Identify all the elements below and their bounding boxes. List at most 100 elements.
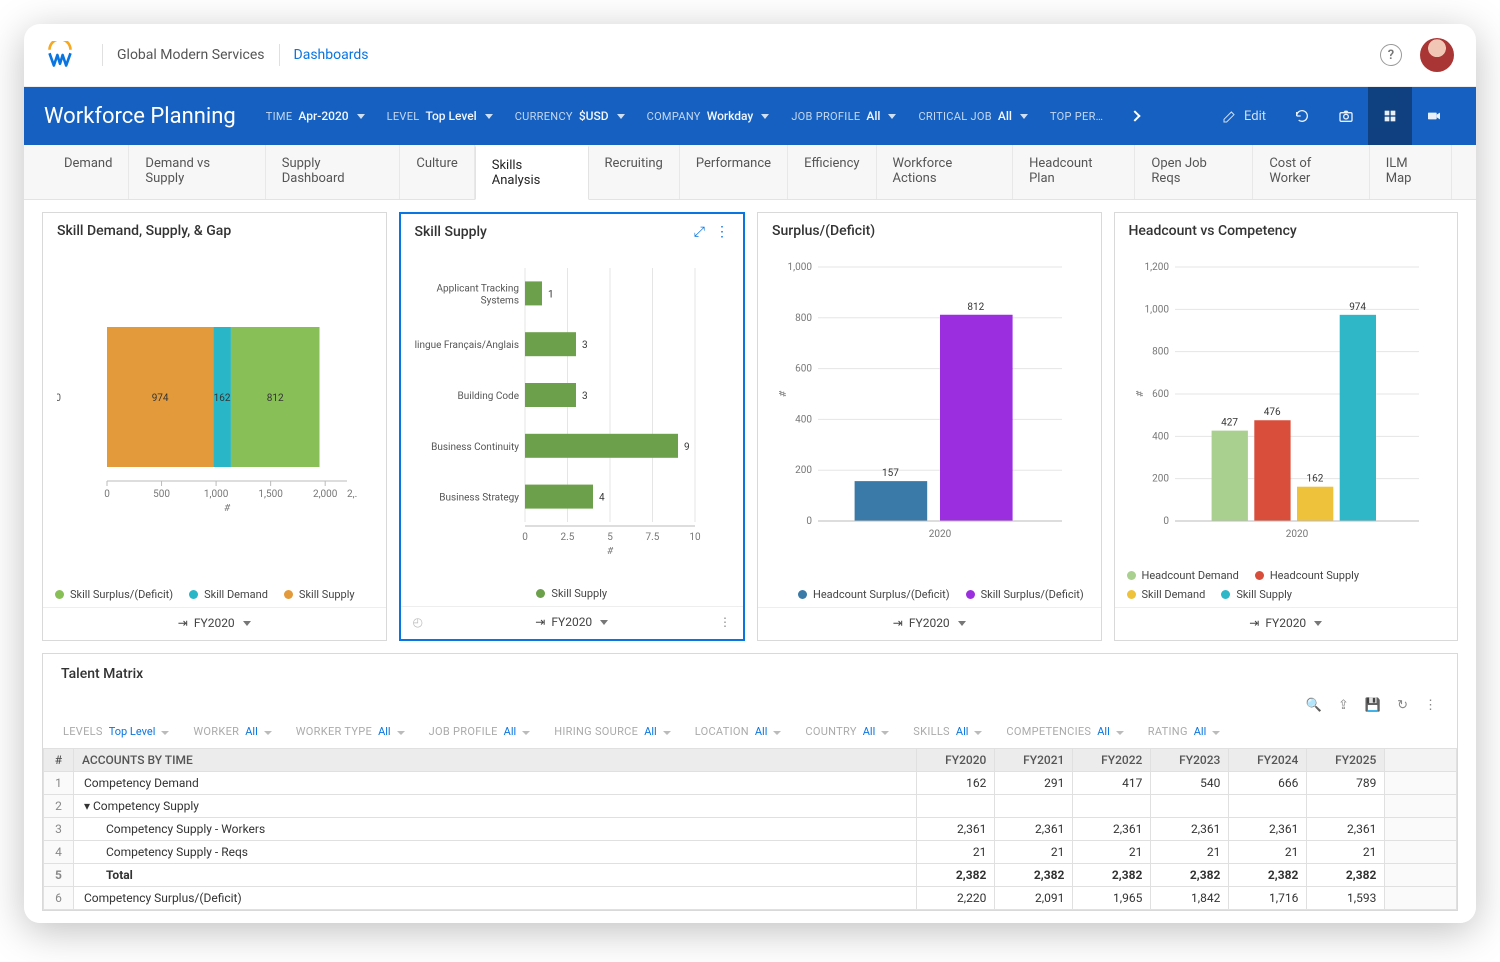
logo [46, 41, 74, 69]
tab-recruiting[interactable]: Recruiting [589, 145, 680, 199]
more-icon[interactable]: ⋮ [719, 615, 731, 629]
matrix-filter[interactable]: WORKER TYPEAll [296, 725, 405, 738]
table-row[interactable]: 5Total2,3822,3822,3822,3822,3822,382 [44, 864, 1457, 887]
tab-ilm-map[interactable]: ILM Map [1370, 145, 1452, 199]
tab-workforce-actions[interactable]: Workforce Actions [877, 145, 1014, 199]
svg-text:2020: 2020 [1285, 529, 1308, 540]
page-title: Workforce Planning [44, 104, 236, 129]
svg-text:600: 600 [1152, 389, 1169, 400]
fy-selector[interactable]: ⇥ FY2020 [758, 607, 1101, 640]
table-row[interactable]: 1Competency Demand162291417540666789 [44, 772, 1457, 795]
svg-text:#: # [1135, 390, 1146, 397]
legend-item: Skill Supply [1221, 588, 1292, 601]
filter-level[interactable]: LEVELTop Level [387, 109, 493, 123]
tab-demand-vs-supply[interactable]: Demand vs Supply [129, 145, 265, 199]
avatar[interactable] [1420, 38, 1454, 72]
tab-skills-analysis[interactable]: Skills Analysis [475, 145, 589, 200]
svg-text:9: 9 [684, 442, 690, 453]
matrix-filter[interactable]: COMPETENCIESAll [1006, 725, 1123, 738]
svg-text:3: 3 [582, 340, 588, 351]
loading-icon: ◴ [413, 615, 423, 629]
tab-demand[interactable]: Demand [48, 145, 129, 199]
legend-item: Headcount Supply [1255, 569, 1359, 582]
search-icon[interactable]: 🔍 [1306, 698, 1322, 713]
filter-company[interactable]: COMPANYWorkday [647, 109, 770, 123]
svg-text:0: 0 [1163, 516, 1169, 527]
chart-supply: 1Applicant TrackingSystems3Bilingue Fran… [415, 258, 715, 558]
more-icon[interactable]: ⋮ [1424, 698, 1437, 713]
grid-view-button[interactable] [1368, 87, 1412, 145]
svg-text:1,200: 1,200 [1144, 262, 1169, 273]
refresh-icon[interactable]: ↻ [1397, 698, 1408, 713]
save-icon[interactable]: 💾 [1365, 698, 1381, 713]
table-row[interactable]: 3Competency Supply - Workers2,3612,3612,… [44, 818, 1457, 841]
matrix-filter[interactable]: SKILLSAll [913, 725, 982, 738]
filter-job profile[interactable]: JOB PROFILEAll [791, 109, 896, 123]
filter-time[interactable]: TIMEApr-2020 [266, 109, 365, 123]
table-row[interactable]: 6Competency Surplus/(Deficit)2,2202,0911… [44, 887, 1457, 910]
snapshot-button[interactable] [1324, 87, 1368, 145]
fy-selector[interactable]: ⇥ FY2020 [43, 607, 386, 640]
tab-headcount-plan[interactable]: Headcount Plan [1013, 145, 1135, 199]
topbar: Global Modern Services Dashboards ? [24, 24, 1476, 87]
card-surplus[interactable]: Surplus/(Deficit) 02004006008001,000#157… [757, 212, 1102, 641]
fy-selector[interactable]: ◴ ⇥ FY2020 ⋮ [401, 606, 744, 639]
svg-text:Bilingue Français/Anglais: Bilingue Français/Anglais [415, 340, 519, 351]
svg-text:1,000: 1,000 [204, 489, 229, 500]
present-button[interactable] [1412, 87, 1456, 145]
fy-selector[interactable]: ⇥ FY2020 [1115, 607, 1458, 640]
svg-text:#: # [607, 546, 614, 557]
filter-currency[interactable]: CURRENCY$USD [515, 109, 625, 123]
svg-text:7.5: 7.5 [645, 532, 659, 543]
matrix-filter[interactable]: LEVELSTop Level [63, 725, 169, 738]
edit-button[interactable]: Edit [1222, 108, 1266, 124]
matrix-filter[interactable]: JOB PROFILEAll [429, 725, 531, 738]
export-icon[interactable]: ⇪ [1338, 698, 1349, 713]
legend-item: Headcount Surplus/(Deficit) [798, 588, 950, 601]
matrix-filter[interactable]: WORKERAll [193, 725, 271, 738]
svg-text:427: 427 [1221, 418, 1238, 429]
filter-top per…[interactable]: TOP PER… [1050, 110, 1109, 123]
card-headcount[interactable]: Headcount vs Competency 02004006008001,0… [1114, 212, 1459, 641]
org-name: Global Modern Services [117, 47, 265, 63]
svg-text:Business Continuity: Business Continuity [431, 442, 519, 453]
card-skill-supply[interactable]: Skill Supply ⤢ ⋮ 1Applicant TrackingSyst… [399, 212, 746, 641]
pencil-icon [1222, 108, 1238, 124]
talent-matrix-panel: Talent Matrix 🔍 ⇪ 💾 ↻ ⋮ LEVELSTop LevelW… [42, 653, 1458, 911]
tab-efficiency[interactable]: Efficiency [788, 145, 876, 199]
matrix-filter[interactable]: LOCATIONAll [695, 725, 782, 738]
filter-critical job[interactable]: CRITICAL JOBAll [918, 109, 1028, 123]
card-skill-gap[interactable]: Skill Demand, Supply, & Gap 202097416281… [42, 212, 387, 641]
svg-text:0: 0 [806, 516, 812, 527]
talent-matrix-table[interactable]: #ACCOUNTS BY TIMEFY2020FY2021FY2022FY202… [43, 748, 1457, 910]
table-row[interactable]: 4Competency Supply - Reqs212121212121 [44, 841, 1457, 864]
chart-surplus: 02004006008001,000#1578122020 [772, 257, 1072, 557]
svg-text:500: 500 [153, 489, 170, 500]
legend-item: Headcount Demand [1127, 569, 1239, 582]
more-filters-chevron-icon[interactable] [1130, 110, 1141, 121]
refresh-button[interactable] [1280, 87, 1324, 145]
svg-text:1,000: 1,000 [1144, 304, 1169, 315]
bluebar: Workforce Planning TIMEApr-2020 LEVELTop … [24, 87, 1476, 145]
legend-item: Skill Surplus/(Deficit) [55, 588, 173, 601]
tab-culture[interactable]: Culture [400, 145, 474, 199]
matrix-filter[interactable]: COUNTRYAll [805, 725, 889, 738]
table-row[interactable]: 2▾ Competency Supply [44, 795, 1457, 818]
tab-open-job-reqs[interactable]: Open Job Reqs [1135, 145, 1253, 199]
video-icon [1426, 108, 1442, 124]
svg-text:1,000: 1,000 [788, 262, 813, 273]
tab-supply-dashboard[interactable]: Supply Dashboard [266, 145, 401, 199]
dashboards-link[interactable]: Dashboards [294, 47, 369, 63]
tab-cost-of-worker[interactable]: Cost of Worker [1253, 145, 1369, 199]
help-icon[interactable]: ? [1380, 44, 1402, 66]
matrix-filter[interactable]: HIRING SOURCEAll [554, 725, 671, 738]
svg-text:812: 812 [967, 302, 984, 313]
card-title: Headcount vs Competency [1129, 223, 1297, 239]
card-title: Surplus/(Deficit) [772, 223, 875, 239]
tab-performance[interactable]: Performance [680, 145, 788, 199]
refresh-icon [1294, 108, 1310, 124]
expand-icon[interactable]: ⤢ [694, 224, 705, 240]
legend-item: Skill Supply [284, 588, 355, 601]
more-icon[interactable]: ⋮ [715, 224, 729, 240]
matrix-filter[interactable]: RATINGAll [1148, 725, 1221, 738]
